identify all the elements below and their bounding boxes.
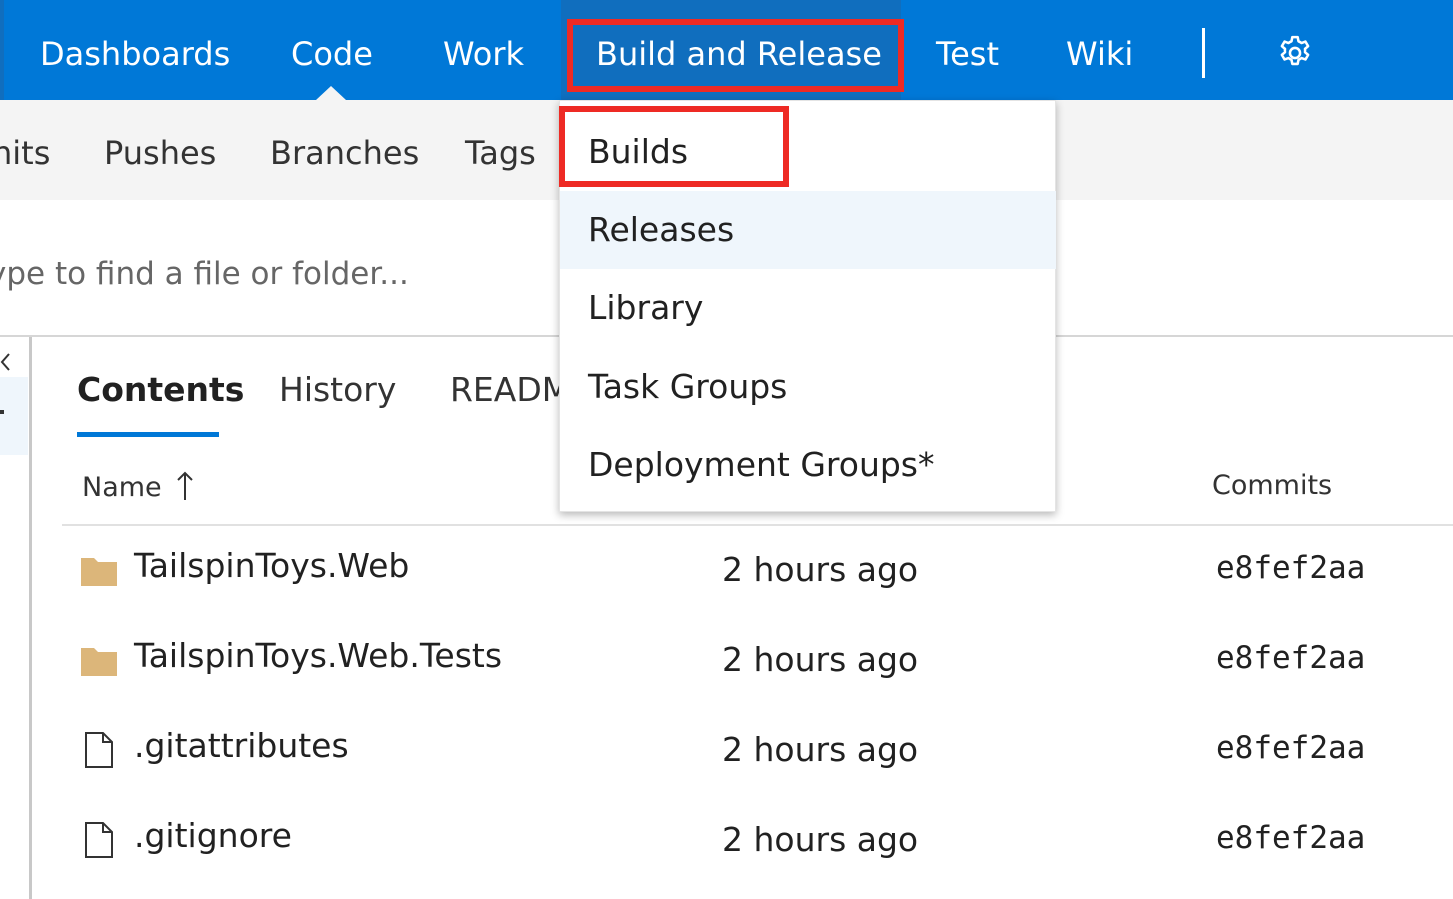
commit-id-link[interactable]: e8fef2aa — [1216, 640, 1365, 676]
last-change-date: 2 hours ago — [722, 730, 919, 769]
active-nav-caret — [316, 86, 346, 100]
file-icon — [85, 732, 113, 768]
last-change-date: 2 hours ago — [722, 640, 919, 679]
file-search-input[interactable] — [0, 246, 548, 302]
nav-test[interactable]: Test — [936, 32, 999, 76]
tree-selected-item[interactable] — [0, 377, 28, 455]
nav-build-and-release[interactable]: Build and Release — [596, 32, 882, 76]
folder-icon — [81, 558, 117, 586]
table-row[interactable]: .gitattributes 2 hours ago e8fef2aa — [62, 710, 1453, 800]
gear-icon[interactable] — [1276, 34, 1314, 72]
table-header-divider — [62, 524, 1453, 526]
menu-item-builds[interactable]: Builds — [560, 113, 1056, 191]
tab-contents[interactable]: Contents — [77, 366, 244, 414]
commit-id-link[interactable]: e8fef2aa — [1216, 820, 1365, 856]
menu-item-library[interactable]: Library — [560, 269, 1056, 347]
table-row[interactable]: .gitignore 2 hours ago e8fef2aa — [62, 800, 1453, 890]
table-row[interactable]: TailspinToys.Web.Tests 2 hours ago e8fef… — [62, 620, 1453, 710]
nav-dashboards[interactable]: Dashboards — [40, 32, 230, 76]
table-row[interactable]: TailspinToys.Web 2 hours ago e8fef2aa — [62, 530, 1453, 620]
tab-history[interactable]: History — [279, 366, 396, 414]
sort-up-arrow-icon[interactable] — [176, 470, 194, 502]
active-tab-indicator — [77, 432, 219, 437]
file-name-link[interactable]: TailspinToys.Web — [134, 546, 409, 585]
build-and-release-dropdown: Builds Releases Library Task Groups Depl… — [559, 100, 1056, 512]
file-name-link[interactable]: TailspinToys.Web.Tests — [134, 636, 502, 675]
tab-readme[interactable]: READM — [450, 366, 570, 414]
subnav-tags[interactable]: Tags — [465, 130, 536, 176]
pane-splitter[interactable] — [29, 337, 32, 899]
column-header-name[interactable]: Name — [82, 472, 162, 503]
file-name-link[interactable]: .gitignore — [134, 816, 292, 855]
nav-code[interactable]: Code — [291, 32, 373, 76]
subnav-pushes[interactable]: Pushes — [104, 130, 216, 176]
commit-id-link[interactable]: e8fef2aa — [1216, 550, 1365, 586]
commit-id-link[interactable]: e8fef2aa — [1216, 730, 1365, 766]
file-name-link[interactable]: .gitattributes — [134, 726, 349, 765]
last-change-date: 2 hours ago — [722, 550, 919, 589]
menu-item-releases[interactable]: Releases — [560, 191, 1056, 269]
folder-icon — [81, 648, 117, 676]
top-navigation-bar: Dashboards Code Work Build and Release T… — [0, 0, 1453, 100]
nav-work[interactable]: Work — [443, 32, 524, 76]
nav-wiki[interactable]: Wiki — [1066, 32, 1133, 76]
left-tree-pane — [0, 337, 30, 899]
collapse-chevron-icon[interactable] — [0, 352, 12, 372]
subnav-branches[interactable]: Branches — [270, 130, 419, 176]
column-header-commits[interactable]: Commits — [1212, 470, 1332, 501]
last-change-date: 2 hours ago — [722, 820, 919, 859]
nav-divider — [1202, 28, 1205, 78]
menu-item-task-groups[interactable]: Task Groups — [560, 348, 1056, 426]
menu-item-deployment-groups[interactable]: Deployment Groups* — [560, 426, 1056, 504]
nav-left-edge — [0, 0, 4, 100]
tree-node-dot — [0, 410, 4, 414]
subnav-commits[interactable]: nits — [0, 130, 50, 176]
file-icon — [85, 822, 113, 858]
